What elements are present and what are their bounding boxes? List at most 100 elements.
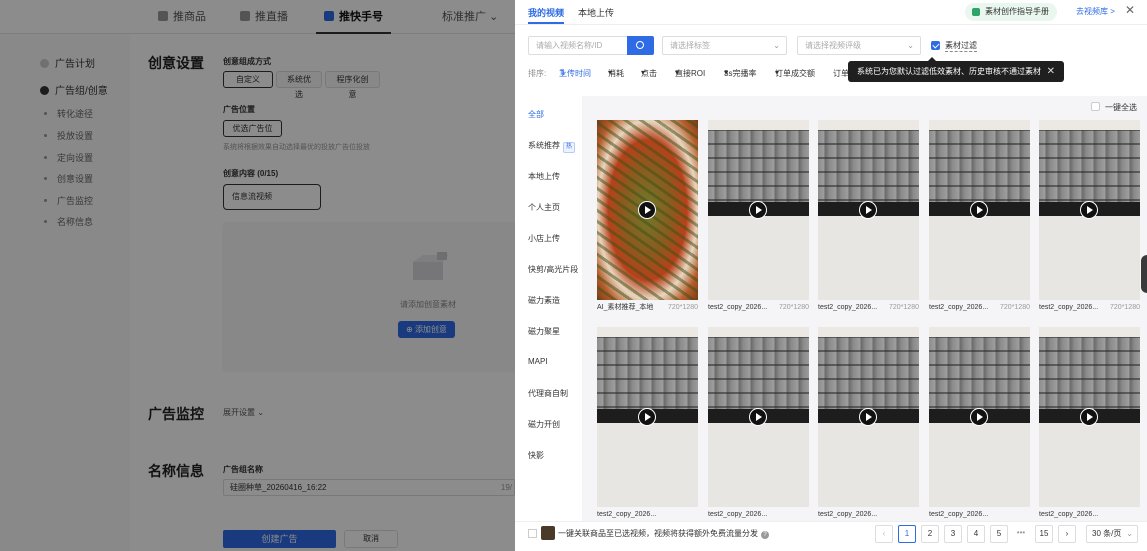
video-thumbnail[interactable] [597, 327, 698, 507]
search-input[interactable]: 请输入视频名称/ID [528, 36, 628, 55]
video-thumbnail[interactable] [1039, 327, 1140, 507]
search-icon [636, 41, 644, 49]
play-icon[interactable] [859, 201, 877, 219]
page-1[interactable]: 1 [898, 525, 916, 543]
video-card[interactable]: AI_素材推荐_本地 720*1280 [597, 120, 698, 315]
category-shop[interactable]: 小店上传 [528, 233, 560, 244]
category-all[interactable]: 全部 [528, 109, 544, 120]
sort-label: 排序: [528, 69, 547, 78]
caret-down-icon: ▾ [775, 68, 780, 77]
video-thumbnail[interactable] [818, 327, 919, 507]
thumbnail-desk [929, 423, 1030, 507]
page-3[interactable]: 3 [944, 525, 962, 543]
select-all-checkbox[interactable] [1091, 102, 1100, 111]
page-4[interactable]: 4 [967, 525, 985, 543]
play-icon[interactable] [638, 408, 656, 426]
prev-page-button[interactable]: ‹ [875, 525, 893, 543]
video-card[interactable]: test2_copy_2026... 720*1280 [1039, 120, 1140, 315]
drawer-footer: 一键关联商品至已选视频，视频将获得额外免费流量分发? ‹ 1 2 3 4 5 •… [515, 521, 1147, 551]
search-button[interactable] [627, 36, 654, 55]
thumbnail-desk [708, 216, 809, 300]
play-icon[interactable] [970, 201, 988, 219]
page-size-select[interactable]: 30 条/页 ⌄ [1086, 525, 1138, 543]
video-thumbnail[interactable] [818, 120, 919, 300]
help-icon[interactable]: ? [761, 531, 769, 539]
category-agency[interactable]: 代理商自制 [528, 388, 568, 399]
thumbnail-desk [818, 423, 919, 507]
video-thumbnail[interactable] [929, 120, 1030, 300]
thumbnail-top [597, 327, 698, 337]
select-all[interactable]: 一键全选 [1091, 102, 1137, 113]
video-meta: AI_素材推荐_本地 720*1280 [597, 304, 698, 311]
play-icon[interactable] [970, 408, 988, 426]
video-meta: test2_copy_2026... 720*1280 [708, 304, 809, 311]
chevron-down-icon: ⌄ [1126, 529, 1133, 538]
caret-down-icon: ▾ [608, 68, 613, 77]
hot-badge: 热 [563, 142, 576, 153]
video-card[interactable]: test2_copy_2026... [708, 327, 809, 521]
thumbnail-top [818, 327, 919, 337]
play-icon[interactable] [749, 201, 767, 219]
video-meta: test2_copy_2026... [1039, 511, 1099, 518]
video-thumbnail[interactable] [708, 327, 809, 507]
category-recommended[interactable]: 系统推荐热 [528, 140, 576, 153]
tab-my-videos[interactable]: 我的视频 [528, 6, 565, 24]
thumbnail-top [929, 327, 1030, 337]
page-ellipsis[interactable]: ••• [1012, 525, 1030, 543]
thumbnail-top [929, 120, 1030, 130]
modal-overlay[interactable] [0, 0, 515, 551]
video-card[interactable]: test2_copy_2026... 720*1280 [818, 120, 919, 315]
close-icon[interactable]: ✕ [1125, 3, 1135, 17]
thumbnail-top [708, 327, 809, 337]
category-suzao[interactable]: 磁力素造 [528, 295, 560, 306]
category-kaichuang[interactable]: 磁力开创 [528, 419, 560, 430]
video-grid: 一键全选 AI_素材推荐_本地 720*1280 test2_copy_2026.… [582, 96, 1147, 521]
close-icon[interactable]: ✕ [1047, 61, 1055, 82]
video-library-link[interactable]: 去视频库 > [1076, 6, 1115, 17]
filter-checkbox[interactable] [931, 41, 940, 50]
tab-local-upload[interactable]: 本地上传 [578, 6, 614, 19]
play-icon[interactable] [1080, 408, 1098, 426]
link-product-checkbox[interactable] [528, 529, 537, 538]
page-2[interactable]: 2 [921, 525, 939, 543]
play-icon[interactable] [859, 408, 877, 426]
category-kuaiying[interactable]: 快影 [528, 450, 544, 461]
rating-select[interactable]: 请选择视频评级 ⌄ [797, 36, 921, 55]
category-mapi[interactable]: MAPI [528, 357, 548, 366]
video-thumbnail[interactable] [597, 120, 698, 300]
tag-select[interactable]: 请选择标签 ⌄ [662, 36, 787, 55]
video-card[interactable]: test2_copy_2026... [1039, 327, 1140, 521]
video-thumbnail[interactable] [708, 120, 809, 300]
video-meta: test2_copy_2026... 720*1280 [1039, 304, 1140, 311]
category-local[interactable]: 本地上传 [528, 171, 560, 182]
video-meta: test2_copy_2026... [708, 511, 768, 518]
video-card[interactable]: test2_copy_2026... 720*1280 [929, 120, 1030, 315]
page-15[interactable]: 15 [1035, 525, 1053, 543]
caret-down-icon: ▾ [724, 68, 729, 77]
guide-button[interactable]: 素材创作指导手册 [965, 3, 1057, 21]
video-meta: test2_copy_2026... [929, 511, 989, 518]
page-5[interactable]: 5 [990, 525, 1008, 543]
category-profile[interactable]: 个人主页 [528, 202, 560, 213]
video-card[interactable]: test2_copy_2026... [929, 327, 1030, 521]
thumbnail-top [1039, 327, 1140, 337]
next-page-button[interactable]: › [1058, 525, 1076, 543]
thumbnail-desk [929, 216, 1030, 300]
category-sidebar: 全部 系统推荐热 本地上传 个人主页 小店上传 快剪/高光片段 磁力素造 磁力聚… [515, 96, 582, 521]
category-clips[interactable]: 快剪/高光片段 [528, 264, 578, 275]
play-icon[interactable] [638, 201, 656, 219]
video-thumbnail[interactable] [1039, 120, 1140, 300]
video-card[interactable]: test2_copy_2026... 720*1280 [708, 120, 809, 315]
play-icon[interactable] [749, 408, 767, 426]
category-juxing[interactable]: 磁力聚星 [528, 326, 560, 337]
video-card[interactable]: test2_copy_2026... [818, 327, 919, 521]
book-icon [972, 8, 980, 16]
thumbnail-desk [1039, 423, 1140, 507]
video-card[interactable]: test2_copy_2026... [597, 327, 698, 521]
video-meta: test2_copy_2026... [597, 511, 657, 518]
video-meta: test2_copy_2026... 720*1280 [929, 304, 1030, 311]
video-thumbnail[interactable] [929, 327, 1030, 507]
side-handle[interactable] [1141, 255, 1147, 293]
filter-label[interactable]: 素材过滤 [945, 40, 977, 52]
play-icon[interactable] [1080, 201, 1098, 219]
